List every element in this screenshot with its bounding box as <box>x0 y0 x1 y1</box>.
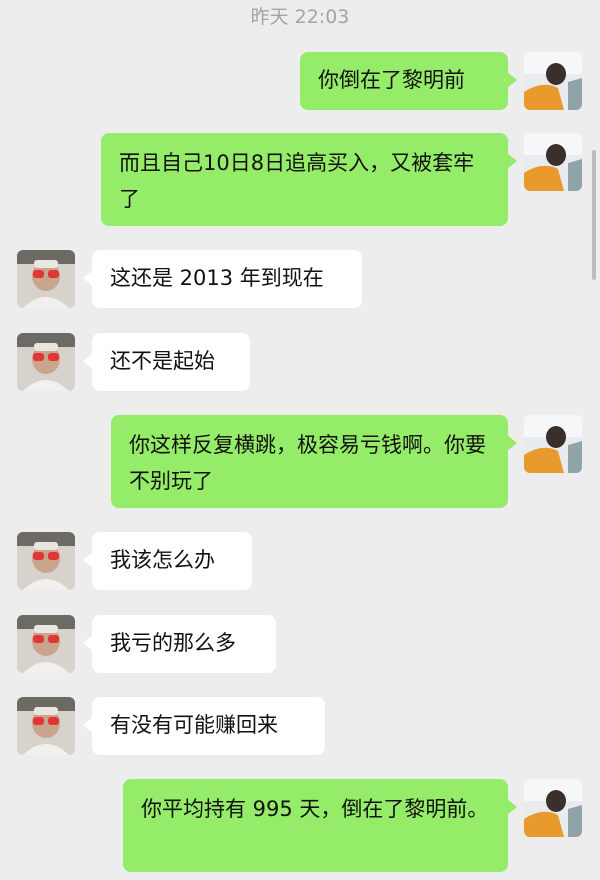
message-bubble-received[interactable]: 这还是 2013 年到现在 <box>83 250 362 308</box>
message-timestamp: 昨天 22:03 <box>250 6 350 28</box>
message-bubble-received[interactable]: 有没有可能赚回来 <box>83 697 325 755</box>
message-bubble-received[interactable]: 我该怎么办 <box>83 532 252 590</box>
message-bubble-sent[interactable]: 你倒在了黎明前 <box>300 52 517 110</box>
my-avatar[interactable] <box>524 415 582 473</box>
message-bubble-sent[interactable]: 你这样反复横跳，极容易亏钱啊。你要不别玩了 <box>111 415 517 508</box>
contact-avatar-icon <box>17 697 75 755</box>
message-bubble-sent[interactable]: 而且自己10日8日追高买入，又被套牢了 <box>101 133 517 226</box>
my-avatar[interactable] <box>524 133 582 191</box>
contact-avatar-icon <box>17 333 75 391</box>
my-avatar[interactable] <box>524 52 582 110</box>
message-bubble-sent[interactable]: 你平均持有 995 天，倒在了黎明前。 <box>123 779 517 872</box>
user-avatar-icon <box>524 133 582 191</box>
contact-avatar[interactable] <box>17 615 75 673</box>
message-bubble-received[interactable]: 还不是起始 <box>83 333 250 391</box>
user-avatar-icon <box>524 415 582 473</box>
contact-avatar-icon <box>17 615 75 673</box>
contact-avatar-icon <box>17 532 75 590</box>
scrollbar[interactable] <box>592 150 596 280</box>
contact-avatar-icon <box>17 250 75 308</box>
my-avatar[interactable] <box>524 779 582 837</box>
contact-avatar[interactable] <box>17 697 75 755</box>
user-avatar-icon <box>524 52 582 110</box>
contact-avatar[interactable] <box>17 532 75 590</box>
message-bubble-received[interactable]: 我亏的那么多 <box>83 615 276 673</box>
user-avatar-icon <box>524 779 582 837</box>
contact-avatar[interactable] <box>17 333 75 391</box>
contact-avatar[interactable] <box>17 250 75 308</box>
